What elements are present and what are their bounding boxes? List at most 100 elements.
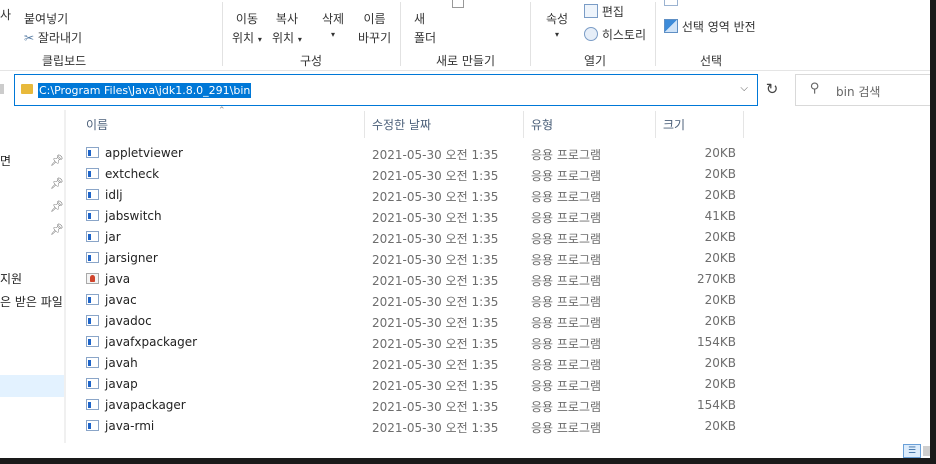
file-row[interactable]: extcheck 2021-05-30 오전 1:35 응용 프로그램 20KB: [0, 164, 930, 185]
application-icon: [86, 399, 99, 410]
move-to-button[interactable]: 이동 위치 ▾: [232, 10, 262, 46]
java-icon: [86, 273, 99, 284]
new-folder-label-1: 새: [414, 12, 426, 26]
file-size: 154KB: [696, 335, 736, 349]
properties-label: 속성: [546, 12, 569, 26]
file-row[interactable]: jabswitch 2021-05-30 오전 1:35 응용 프로그램 41KB: [0, 206, 930, 227]
file-type: 응용 프로그램: [531, 211, 602, 225]
copy-to-button[interactable]: 복사 위치 ▾: [272, 10, 302, 46]
file-size: 154KB: [696, 398, 736, 412]
folder-icon: [21, 84, 33, 94]
open-group-label: 열기: [584, 54, 607, 68]
status-bar: [0, 443, 930, 458]
address-bar[interactable]: C:\Program Files\Java\jdk1.8.0_291\bin ⌵: [14, 74, 758, 106]
file-date: 2021-05-30 오전 1:35: [372, 253, 499, 267]
file-name: java-rmi: [105, 419, 155, 433]
search-box[interactable]: ⚲ bin 검색: [795, 74, 930, 106]
file-name: jarsigner: [105, 251, 158, 265]
file-type: 응용 프로그램: [531, 379, 602, 393]
details-view-button[interactable]: ☰: [903, 444, 921, 458]
file-size: 20KB: [704, 419, 736, 433]
refresh-button[interactable]: ↻: [762, 78, 782, 100]
nav-arrow[interactable]: [0, 84, 4, 94]
file-type: 응용 프로그램: [531, 274, 602, 288]
file-name: javac: [105, 293, 137, 307]
file-date: 2021-05-30 오전 1:35: [372, 274, 499, 288]
file-size: 20KB: [704, 356, 736, 370]
file-row[interactable]: appletviewer 2021-05-30 오전 1:35 응용 프로그램 20K…: [0, 143, 930, 164]
file-type: 응용 프로그램: [531, 232, 602, 246]
new-item-icon: [452, 0, 464, 8]
file-row[interactable]: javah 2021-05-30 오전 1:35 응용 프로그램 20KB: [0, 353, 930, 374]
file-date: 2021-05-30 오전 1:35: [372, 232, 499, 246]
invert-selection-label: 선택 영역 반전: [681, 20, 756, 34]
file-type: 응용 프로그램: [531, 295, 602, 309]
file-size: 270KB: [696, 272, 736, 286]
chevron-down-icon[interactable]: ⌵: [740, 83, 748, 94]
file-size: 20KB: [704, 188, 736, 202]
file-list: appletviewer 2021-05-30 오전 1:35 응용 프로그램 20K…: [0, 143, 930, 443]
column-divider[interactable]: [523, 111, 524, 138]
ribbon-separator: [222, 2, 223, 66]
file-date: 2021-05-30 오전 1:35: [372, 211, 499, 225]
large-icons-view-button[interactable]: [923, 446, 930, 456]
rename-button[interactable]: 이름 바꾸기: [358, 10, 391, 46]
sort-ascending-icon: ⌃: [218, 106, 226, 116]
file-row[interactable]: jarsigner 2021-05-30 오전 1:35 응용 프로그램 20KB: [0, 248, 930, 269]
file-size: 20KB: [704, 251, 736, 265]
file-row[interactable]: java-rmi 2021-05-30 오전 1:35 응용 프로그램 20KB: [0, 416, 930, 437]
file-date: 2021-05-30 오전 1:35: [372, 190, 499, 204]
file-row[interactable]: java 2021-05-30 오전 1:35 응용 프로그램 270KB: [0, 269, 930, 290]
application-icon: [86, 168, 99, 179]
scissors-icon: ✂: [24, 31, 35, 45]
ribbon-separator: [400, 2, 401, 66]
properties-button[interactable]: 속성 ▾: [546, 10, 568, 39]
column-divider[interactable]: [743, 111, 744, 138]
edit-button[interactable]: 편집: [584, 3, 624, 20]
file-date: 2021-05-30 오전 1:35: [372, 337, 499, 351]
file-row[interactable]: javafxpackager 2021-05-30 오전 1:35 응용 프로그램 1…: [0, 332, 930, 353]
file-type: 응용 프로그램: [531, 400, 602, 414]
application-icon: [86, 294, 99, 305]
ribbon: 사 붙여넣기 ✂ 잘라내기 클립보드 이동 위치 ▾ 복사 위치 ▾ 삭제 ▾ …: [0, 0, 930, 71]
file-date: 2021-05-30 오전 1:35: [372, 295, 499, 309]
cut-button[interactable]: ✂ 잘라내기: [24, 29, 82, 46]
column-header-date[interactable]: 수정한 날짜: [372, 116, 431, 133]
search-placeholder: bin 검색: [836, 85, 881, 99]
file-row[interactable]: javapackager 2021-05-30 오전 1:35 응용 프로그램 154…: [0, 395, 930, 416]
organize-group-label: 구성: [300, 54, 323, 68]
rename-label-1: 이름: [363, 12, 386, 26]
file-type: 응용 프로그램: [531, 253, 602, 267]
column-header-name[interactable]: 이름: [86, 116, 108, 133]
delete-button[interactable]: 삭제 ▾: [322, 10, 344, 39]
file-size: 20KB: [704, 146, 736, 160]
file-row[interactable]: jar 2021-05-30 오전 1:35 응용 프로그램 20KB: [0, 227, 930, 248]
new-folder-button[interactable]: 새 폴더: [414, 10, 436, 46]
file-name: javah: [105, 356, 138, 370]
file-row[interactable]: javap 2021-05-30 오전 1:35 응용 프로그램 20KB: [0, 374, 930, 395]
column-header-size[interactable]: 크기: [663, 116, 685, 133]
address-path[interactable]: C:\Program Files\Java\jdk1.8.0_291\bin: [38, 83, 252, 98]
application-icon: [86, 336, 99, 347]
application-icon: [86, 378, 99, 389]
chevron-down-icon: ▾: [331, 30, 336, 39]
edit-icon: [584, 4, 598, 18]
column-header-type[interactable]: 유형: [531, 116, 553, 133]
application-icon: [86, 357, 99, 368]
file-date: 2021-05-30 오전 1:35: [372, 358, 499, 372]
file-type: 응용 프로그램: [531, 421, 602, 435]
column-divider[interactable]: [364, 111, 365, 138]
file-type: 응용 프로그램: [531, 337, 602, 351]
file-row[interactable]: javadoc 2021-05-30 오전 1:35 응용 프로그램 20KB: [0, 311, 930, 332]
history-label: 히스토리: [601, 28, 646, 42]
paste-shortcut-button[interactable]: 붙여넣기: [24, 10, 68, 27]
invert-selection-button[interactable]: 선택 영역 반전: [664, 18, 756, 35]
file-name: javapackager: [105, 398, 186, 412]
file-explorer-window: 사 붙여넣기 ✂ 잘라내기 클립보드 이동 위치 ▾ 복사 위치 ▾ 삭제 ▾ …: [0, 0, 930, 458]
file-row[interactable]: javac 2021-05-30 오전 1:35 응용 프로그램 20KB: [0, 290, 930, 311]
file-size: 20KB: [704, 293, 736, 307]
history-button[interactable]: 히스토리: [584, 26, 646, 43]
delete-label: 삭제: [322, 12, 345, 26]
file-row[interactable]: idlj 2021-05-30 오전 1:35 응용 프로그램 20KB: [0, 185, 930, 206]
column-divider[interactable]: [655, 111, 656, 138]
